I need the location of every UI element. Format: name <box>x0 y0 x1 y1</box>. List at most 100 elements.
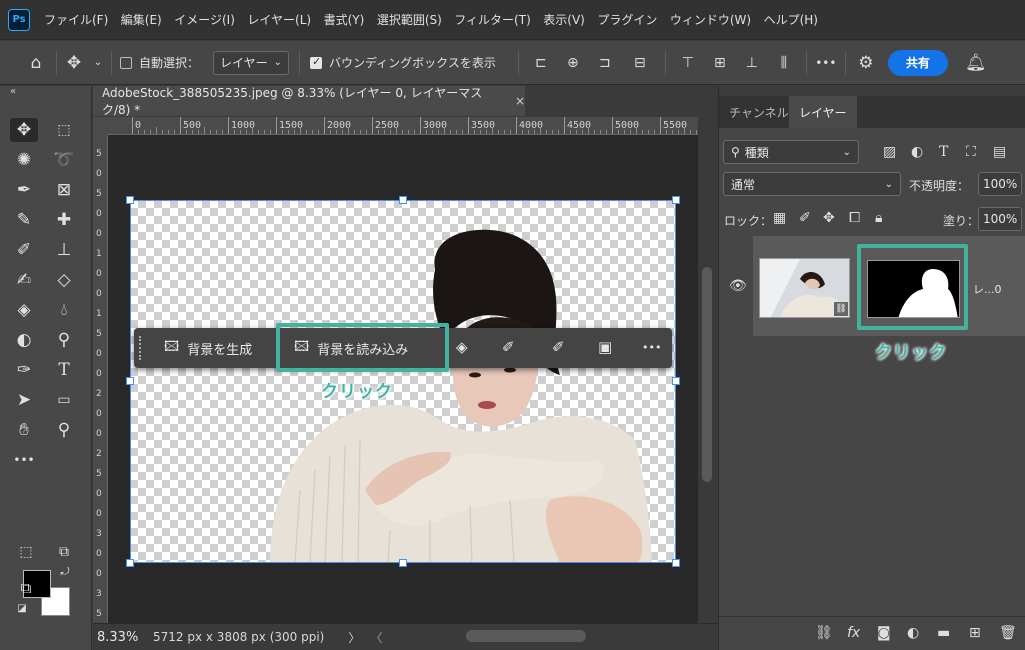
vertical-scrollbar[interactable] <box>698 117 718 623</box>
transform-handle-bl[interactable] <box>126 559 134 567</box>
transform-handle-tr[interactable] <box>672 196 680 204</box>
lasso-icon[interactable]: ➰ <box>50 148 78 172</box>
stamp-icon[interactable]: ⊥ <box>50 238 78 262</box>
eye-icon[interactable]: 👁︎ <box>729 278 747 294</box>
layer-thumbnail[interactable]: ⛓ <box>759 258 850 318</box>
burn-icon[interactable]: ⚲ <box>50 328 78 352</box>
tab-layers[interactable]: レイヤー <box>789 96 857 128</box>
opacity-input[interactable]: 100% <box>978 172 1022 196</box>
eraser-icon[interactable]: ◇ <box>50 268 78 292</box>
rectangle-shape-icon[interactable]: ▭ <box>50 388 78 412</box>
menu-plugins[interactable]: プラグイン <box>597 11 657 28</box>
filter-type-icon[interactable]: T <box>939 144 948 160</box>
brush-minus-icon[interactable]: ✐ <box>502 338 515 356</box>
mask-settings-icon[interactable]: ▣ <box>598 338 612 356</box>
brush-plus-icon[interactable]: ✐ <box>552 338 565 356</box>
gear-icon[interactable]: ⚙ <box>846 53 886 73</box>
blend-mode-dropdown[interactable]: 通常 ⌄ <box>723 172 901 196</box>
folder-icon[interactable]: ▬ <box>937 625 950 641</box>
menu-edit[interactable]: 編集(E) <box>121 11 162 28</box>
bounding-box[interactable] <box>130 200 676 563</box>
home-icon[interactable]: ⌂ <box>16 53 56 73</box>
status-arrow-icon[interactable]: 〉 <box>348 629 360 646</box>
menu-view[interactable]: 表示(V) <box>543 11 585 28</box>
blur-drop-icon[interactable]: 💧︎ <box>50 298 78 322</box>
vertical-scroll-thumb[interactable] <box>702 267 712 482</box>
distribute-horizontal-icon[interactable]: ⊟ <box>621 55 659 71</box>
align-right-icon[interactable]: ⊐ <box>589 55 621 71</box>
adjustment-layer-icon[interactable]: ◐ <box>907 625 919 641</box>
collapse-panel-icon[interactable]: « <box>10 86 16 97</box>
align-top-icon[interactable]: ⊤ <box>672 55 704 71</box>
filter-pixel-icon[interactable]: ▨ <box>883 144 896 160</box>
menu-type[interactable]: 書式(Y) <box>324 11 365 28</box>
path-selection-icon[interactable]: ➤ <box>10 388 38 412</box>
screen-mode-icon[interactable]: ⧉ <box>50 540 78 564</box>
zoom-level[interactable]: 8.33% <box>97 630 153 645</box>
auto-select-checkbox[interactable] <box>120 56 132 69</box>
frame-icon[interactable]: ⊠ <box>50 178 78 202</box>
menu-file[interactable]: ファイル(F) <box>44 11 108 28</box>
add-mask-icon[interactable]: ◙ <box>877 625 891 641</box>
lock-transparent-icon[interactable]: ▦ <box>773 210 786 226</box>
fx-icon[interactable]: fx <box>847 625 860 641</box>
more-options-icon[interactable]: ••• <box>807 56 845 70</box>
swap-colors-icon[interactable]: ⤾ <box>56 564 74 580</box>
rectangular-marquee-icon[interactable]: ⬚ <box>50 118 78 142</box>
transform-handle-tl[interactable] <box>126 196 134 204</box>
filter-kind-dropdown[interactable]: ⚲ 種類 ⌄ <box>723 140 859 164</box>
show-bbox-checkbox[interactable] <box>310 55 323 69</box>
more-tools-icon[interactable]: ••• <box>10 448 38 472</box>
align-left-icon[interactable]: ⊏ <box>525 55 557 71</box>
dodge-icon[interactable]: ◐ <box>10 328 38 352</box>
menu-select[interactable]: 選択範囲(S) <box>377 11 442 28</box>
fill-input[interactable]: 100% <box>978 207 1022 231</box>
menu-help[interactable]: ヘルプ(H) <box>764 11 818 28</box>
transform-handle-bc[interactable] <box>399 559 407 567</box>
zoom-icon[interactable]: ⚲ <box>50 418 78 442</box>
paint-bucket-icon[interactable]: ◈ <box>456 338 468 356</box>
scroll-left-icon[interactable]: 〈 <box>370 629 382 646</box>
chevron-down-icon[interactable]: ⌄ <box>91 57 105 68</box>
menu-image[interactable]: イメージ(I) <box>174 11 235 28</box>
move-tool-icon[interactable]: ✥ <box>10 118 38 142</box>
lock-all-icon[interactable]: 🔒︎ <box>875 210 882 226</box>
auto-select-target-dropdown[interactable]: レイヤー ⌄ <box>213 50 290 75</box>
align-bottom-icon[interactable]: ⊥ <box>736 55 768 71</box>
transform-handle-mr[interactable] <box>672 377 680 385</box>
share-button[interactable]: 共有 <box>887 49 948 76</box>
history-brush-icon[interactable]: ✍ <box>10 268 38 292</box>
transform-handle-ml[interactable] <box>126 377 134 385</box>
menu-window[interactable]: ウィンドウ(W) <box>670 11 751 28</box>
tab-channels[interactable]: チャンネル <box>719 96 799 128</box>
new-layer-icon[interactable]: ⊞ <box>969 625 981 641</box>
horizontal-scroll-thumb[interactable] <box>466 630 586 642</box>
lock-position-icon[interactable]: ✥ <box>823 210 835 226</box>
move-tool-icon[interactable]: ✥ <box>57 53 91 73</box>
trash-icon[interactable]: 🗑︎ <box>999 625 1017 641</box>
lock-artboard-icon[interactable]: ⧠ <box>849 210 860 226</box>
document-info[interactable]: 5712 px x 3808 px (300 ppi) <box>153 630 324 644</box>
align-center-icon[interactable]: ⊕ <box>557 55 589 71</box>
paint-bucket-icon[interactable]: ◈ <box>10 298 38 322</box>
document-tab[interactable]: AdobeStock_388505235.jpeg @ 8.33% (レイヤー … <box>93 86 525 117</box>
hand-icon[interactable]: ✋︎ <box>10 418 38 442</box>
close-icon[interactable]: × <box>515 94 525 108</box>
generate-background-button[interactable]: 🖾︎ 背景を生成 <box>164 335 252 361</box>
pen-icon[interactable]: ✑ <box>10 358 38 382</box>
drag-handle[interactable] <box>139 336 145 360</box>
layer-name[interactable]: レ...0 <box>973 281 1002 297</box>
transform-handle-br[interactable] <box>672 559 680 567</box>
brush-icon[interactable]: ✐ <box>10 238 38 262</box>
pen-brush-icon[interactable]: ✒ <box>10 178 38 202</box>
object-selection-icon[interactable]: ✺ <box>10 148 38 172</box>
menu-filter[interactable]: フィルター(T) <box>454 11 530 28</box>
filter-shape-icon[interactable]: ⛶ <box>966 144 976 160</box>
more-options-icon[interactable]: ••• <box>642 341 661 354</box>
eyedropper-icon[interactable]: ✎ <box>10 208 38 232</box>
align-middle-icon[interactable]: ⊞ <box>704 55 736 71</box>
generative-fill-icon[interactable]: ⧉ <box>12 576 40 600</box>
lock-image-icon[interactable]: ✐ <box>799 210 811 226</box>
quick-mask-icon[interactable]: ⬚ <box>12 540 40 564</box>
filter-smart-object-icon[interactable]: ▤ <box>993 144 1006 160</box>
